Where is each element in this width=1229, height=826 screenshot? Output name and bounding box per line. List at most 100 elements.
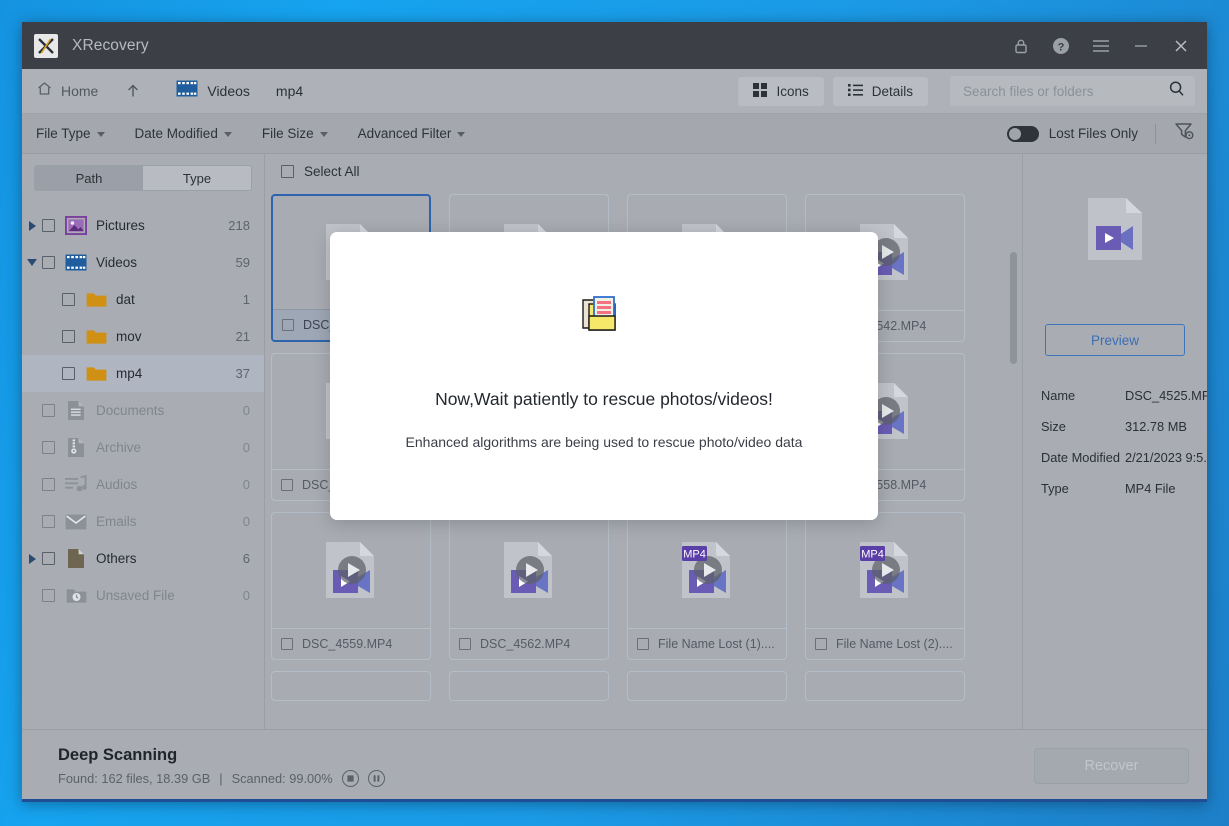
checkbox[interactable] [62, 330, 75, 343]
detail-key: Type [1041, 481, 1125, 496]
detail-value: 312.78 MB [1125, 419, 1207, 434]
scrollbar-thumb[interactable] [1010, 252, 1017, 364]
checkbox[interactable] [42, 552, 55, 565]
expand-triangle-icon[interactable] [22, 221, 42, 231]
file-card-partial[interactable] [805, 671, 965, 701]
scan-title: Deep Scanning [58, 746, 385, 765]
sidebar-item-documents[interactable]: Documents0 [22, 392, 264, 429]
sidebar-tab-path[interactable]: Path [35, 166, 143, 190]
x-logo-icon [34, 34, 58, 58]
sidebar-item-count: 218 [228, 218, 250, 233]
view-details-button[interactable]: Details [833, 77, 928, 106]
checkbox[interactable] [42, 404, 55, 417]
sidebar-item-videos[interactable]: Videos59 [22, 244, 264, 281]
grid-scrollbar[interactable] [1010, 228, 1017, 721]
audio-icon [65, 475, 87, 495]
file-card-partial[interactable] [449, 671, 609, 701]
menu-icon[interactable] [1081, 22, 1121, 69]
breadcrumb-videos[interactable]: Videos [176, 80, 250, 102]
home-button[interactable]: Home [36, 80, 98, 102]
file-checkbox[interactable] [281, 479, 293, 491]
collapse-triangle-icon[interactable] [22, 259, 42, 266]
pause-icon[interactable] [368, 770, 385, 787]
email-icon [65, 512, 87, 532]
detail-row: NameDSC_4525.MP4 [1041, 388, 1207, 403]
sidebar-item-emails[interactable]: Emails0 [22, 503, 264, 540]
file-checkbox[interactable] [459, 638, 471, 650]
file-checkbox[interactable] [815, 638, 827, 650]
minimize-icon[interactable] [1121, 22, 1161, 69]
filter-date-modified[interactable]: Date Modified [135, 126, 232, 141]
sidebar-item-archive[interactable]: Archive0 [22, 429, 264, 466]
view-details-label: Details [872, 84, 913, 99]
checkbox[interactable] [42, 219, 55, 232]
file-card-partial[interactable] [271, 671, 431, 701]
filter-file-type[interactable]: File Type [36, 126, 105, 141]
sidebar-tab-type[interactable]: Type [143, 166, 251, 190]
checkbox[interactable] [42, 515, 55, 528]
file-card[interactable]: MP4 File Name Lost (1).... [627, 512, 787, 660]
video-file-icon [450, 513, 608, 628]
select-all-bar: Select All [265, 154, 1022, 188]
sidebar-item-count: 0 [243, 514, 250, 529]
file-card[interactable]: DSC_4559.MP4 [271, 512, 431, 660]
folder-icon [85, 290, 107, 310]
sidebar-item-label: Others [96, 551, 243, 566]
found-count: Found: 162 files, 18.39 GB [58, 771, 210, 786]
scanned-percent: Scanned: 99.00% [232, 771, 333, 786]
breadcrumb-videos-label: Videos [207, 83, 250, 99]
file-checkbox[interactable] [637, 638, 649, 650]
sidebar-item-others[interactable]: Others6 [22, 540, 264, 577]
recover-button[interactable]: Recover [1034, 748, 1189, 784]
search-icon[interactable] [1168, 80, 1185, 102]
detail-row: Size312.78 MB [1041, 419, 1207, 434]
checkbox[interactable] [62, 367, 75, 380]
checkbox[interactable] [42, 256, 55, 269]
filter-advanced[interactable]: Advanced Filter [358, 126, 466, 141]
sidebar-item-count: 6 [243, 551, 250, 566]
detail-value: DSC_4525.MP4 [1125, 388, 1207, 403]
lost-files-only-toggle[interactable] [1007, 126, 1039, 142]
search-input[interactable]: Search files or folders [950, 76, 1195, 106]
select-all-checkbox[interactable] [281, 165, 294, 178]
sidebar-item-mp4[interactable]: mp437 [22, 355, 264, 392]
file-checkbox[interactable] [282, 319, 294, 331]
file-card[interactable]: DSC_4562.MP4 [449, 512, 609, 660]
expand-triangle-icon[interactable] [22, 554, 42, 564]
checkbox[interactable] [62, 293, 75, 306]
filter-gear-icon[interactable] [1173, 121, 1195, 146]
checkbox[interactable] [42, 441, 55, 454]
status-bar: Deep Scanning Found: 162 files, 18.39 GB… [22, 729, 1207, 802]
sidebar-item-label: mp4 [116, 366, 236, 381]
toggle-knob [1009, 128, 1021, 140]
sidebar-item-label: Unsaved File [96, 588, 243, 603]
sidebar-item-unsaved-file[interactable]: Unsaved File0 [22, 577, 264, 614]
lost-files-only-label: Lost Files Only [1049, 126, 1138, 141]
sidebar-item-mov[interactable]: mov21 [22, 318, 264, 355]
sidebar-item-label: Documents [96, 403, 243, 418]
window-accent-bar [22, 799, 1207, 802]
folder-icon [85, 327, 107, 347]
preview-button[interactable]: Preview [1045, 324, 1185, 356]
arrow-up-icon[interactable] [124, 82, 142, 100]
checkbox[interactable] [42, 589, 55, 602]
sidebar-item-audios[interactable]: Audios0 [22, 466, 264, 503]
view-icons-button[interactable]: Icons [738, 77, 823, 106]
file-card[interactable]: MP4 File Name Lost (2).... [805, 512, 965, 660]
close-icon[interactable] [1161, 22, 1201, 69]
file-checkbox[interactable] [281, 638, 293, 650]
breadcrumb-mp4[interactable]: mp4 [276, 83, 303, 99]
title-bar: XRecovery ? [22, 22, 1207, 69]
help-icon[interactable]: ? [1041, 22, 1081, 69]
sidebar-item-dat[interactable]: dat1 [22, 281, 264, 318]
detail-row: TypeMP4 File [1041, 481, 1207, 496]
sidebar-item-label: Archive [96, 440, 243, 455]
lock-icon[interactable] [1001, 22, 1041, 69]
stop-icon[interactable] [342, 770, 359, 787]
checkbox[interactable] [42, 478, 55, 491]
file-card-partial[interactable] [627, 671, 787, 701]
filter-file-size[interactable]: File Size [262, 126, 328, 141]
sidebar-item-pictures[interactable]: Pictures218 [22, 207, 264, 244]
modal-title: Now,Wait patiently to rescue photos/vide… [435, 389, 773, 410]
sidebar-item-count: 59 [236, 255, 250, 270]
